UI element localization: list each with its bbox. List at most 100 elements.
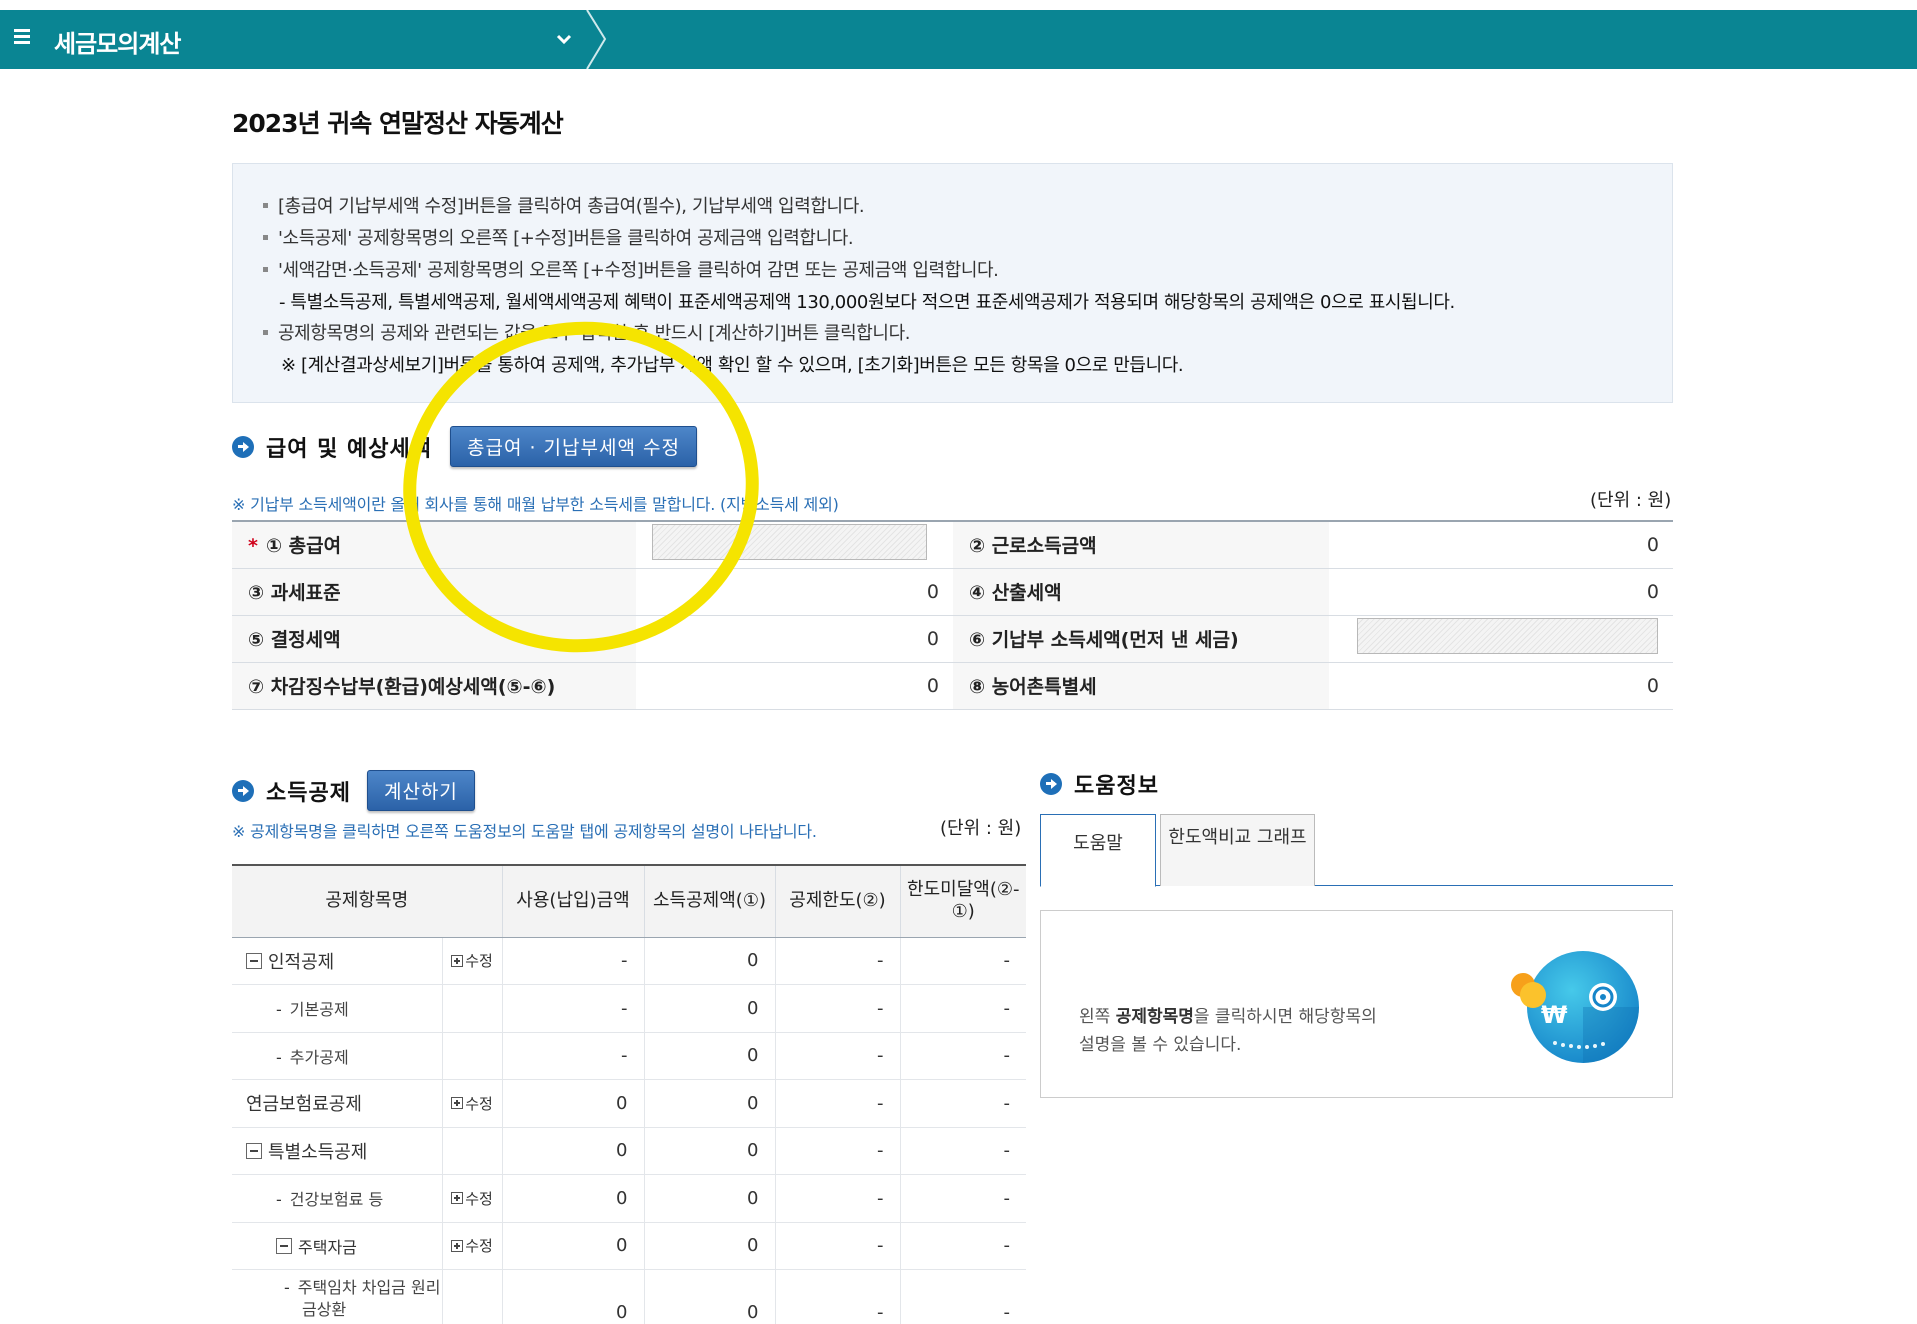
deduction-table: 공제항목명 사용(납입)금액 소득공제액(①) 공제한도(②) 한도미달액(②-… xyxy=(232,864,1026,1324)
used-amount: 0 xyxy=(501,1222,644,1270)
shortfall-amount: - xyxy=(899,1032,1026,1080)
prepaid-tax-input[interactable] xyxy=(1329,615,1673,663)
label-tax-base: ③ 과세표준 xyxy=(232,568,636,616)
section-arrow-icon xyxy=(232,779,254,802)
deduction-amount: 0 xyxy=(643,1127,775,1175)
plus-icon xyxy=(451,954,464,967)
table-row: ⑦ 차감징수납부(환급)예상세액(⑤-⑥) 0 ⑧ 농어촌특별세 0 xyxy=(232,662,1673,710)
table-row[interactable]: - 주택임차 차입금 원리금상환 0 0 - - xyxy=(232,1269,1026,1324)
deduction-section-head: 소득공제 계산하기 xyxy=(232,770,475,811)
deduction-amount: 0 xyxy=(643,1032,775,1080)
salary-note: ※ 기납부 소득세액이란 올해 회사를 통해 매월 납부한 소득세를 말합니다.… xyxy=(232,495,839,514)
table-row: * ① 총급여 ② 근로소득금액 0 xyxy=(232,521,1673,569)
salary-unit: (단위 : 원) xyxy=(1590,490,1672,511)
bullet-icon xyxy=(263,202,268,208)
table-row[interactable]: - 건강보험료 등 수정 0 0 - - xyxy=(232,1174,1026,1223)
shortfall-amount: - xyxy=(899,984,1026,1033)
limit-amount: - xyxy=(774,937,900,985)
label-total-salary: * ① 총급여 xyxy=(232,521,636,569)
used-amount: - xyxy=(501,937,644,985)
required-star-icon: * xyxy=(248,535,258,558)
total-salary-field[interactable] xyxy=(652,524,927,561)
table-row[interactable]: 연금보험료공제 수정 0 0 - - xyxy=(232,1079,1026,1128)
deduction-amount: 0 xyxy=(643,937,775,985)
calculate-button[interactable]: 계산하기 xyxy=(366,770,475,811)
expected-refund-value: 0 xyxy=(636,662,953,710)
bullet-icon xyxy=(263,266,268,272)
item-basic-deduction[interactable]: - 기본공제 xyxy=(232,984,442,1033)
plus-icon xyxy=(451,1239,464,1252)
table-row: ③ 과세표준 0 ④ 산출세액 0 xyxy=(232,568,1673,616)
item-housing-loan-repayment[interactable]: - 주택임차 차입금 원리금상환 xyxy=(232,1269,442,1324)
rural-special-tax-value: 0 xyxy=(1329,662,1673,710)
label-prepaid-tax: ⑥ 기납부 소득세액(먼저 낸 세금) xyxy=(953,615,1329,663)
help-section-head: 도움정보 xyxy=(1040,768,1159,800)
tax-base-value: 0 xyxy=(636,568,953,616)
tab-limit-graph[interactable]: 한도액비교 그래프 xyxy=(1160,814,1315,886)
table-row[interactable]: 특별소득공제 0 0 - - xyxy=(232,1127,1026,1175)
total-salary-input[interactable] xyxy=(636,521,953,569)
limit-amount: - xyxy=(774,1269,900,1324)
hamburger-menu-icon[interactable] xyxy=(14,29,30,45)
deduction-amount: 0 xyxy=(643,1222,775,1270)
deduction-amount: 0 xyxy=(643,1269,775,1324)
edit-salary-tax-button[interactable]: 총급여 · 기납부세액 수정 xyxy=(450,426,697,467)
item-personal-deduction[interactable]: 인적공제 xyxy=(232,937,442,985)
table-header-row: 공제항목명 사용(납입)금액 소득공제액(①) 공제한도(②) 한도미달액(②-… xyxy=(232,865,1026,938)
shortfall-amount: - xyxy=(899,1269,1026,1324)
col-header-limit: 공제한도(②) xyxy=(774,865,900,938)
table-row[interactable]: 주택자금 수정 0 0 - - xyxy=(232,1222,1026,1270)
notice-line: '소득공제' 공제항목명의 오른쪽 [+수정]버튼을 클릭하여 공제금액 입력합… xyxy=(263,224,854,250)
top-header-bar: 세금모의계산 xyxy=(0,10,1917,69)
deduction-amount: 0 xyxy=(643,984,775,1033)
edit-cell-empty xyxy=(441,1269,502,1324)
limit-amount: - xyxy=(774,1032,900,1080)
notice-line: '세액감면·소득공제' 공제항목명의 오른쪽 [+수정]버튼을 클릭하여 감면 … xyxy=(263,256,999,282)
table-row[interactable]: - 기본공제 - 0 - - xyxy=(232,984,1026,1033)
item-special-income-deduction[interactable]: 특별소득공제 xyxy=(232,1127,442,1175)
used-amount: 0 xyxy=(501,1174,644,1223)
section-arrow-icon xyxy=(232,435,254,458)
table-row[interactable]: - 추가공제 - 0 - - xyxy=(232,1032,1026,1080)
edit-button[interactable]: 수정 xyxy=(441,937,502,985)
used-amount: - xyxy=(501,984,644,1033)
label-earned-income: ② 근로소득금액 xyxy=(953,521,1329,569)
edit-button[interactable]: 수정 xyxy=(441,1079,502,1128)
table-row[interactable]: 인적공제 수정 - 0 - - xyxy=(232,937,1026,985)
edit-button[interactable]: 수정 xyxy=(441,1174,502,1223)
notice-line: 공제항목명의 공제와 관련되는 값을 모두 입력한 후 반드시 [계산하기]버튼… xyxy=(263,319,910,345)
deduction-unit: (단위 : 원) xyxy=(940,818,1022,839)
bullet-icon xyxy=(263,329,268,335)
item-housing-fund[interactable]: 주택자금 xyxy=(232,1222,442,1270)
salary-tax-table: * ① 총급여 ② 근로소득금액 0 ③ 과세표준 0 ④ 산출세액 0 ⑤ 결정… xyxy=(232,520,1673,710)
col-header-shortfall: 한도미달액(②-①) xyxy=(899,865,1026,938)
shortfall-amount: - xyxy=(899,1222,1026,1270)
help-section-title: 도움정보 xyxy=(1074,774,1159,799)
table-row: ⑤ 결정세액 0 ⑥ 기납부 소득세액(먼저 낸 세금) xyxy=(232,615,1673,663)
collapse-icon[interactable] xyxy=(246,1142,262,1159)
deduction-amount: 0 xyxy=(643,1174,775,1223)
chevron-down-icon[interactable] xyxy=(553,28,575,50)
limit-amount: - xyxy=(774,1127,900,1175)
edit-button[interactable]: 수정 xyxy=(441,1222,502,1270)
won-symbol-icon: ₩ xyxy=(1541,1001,1568,1029)
item-pension-insurance[interactable]: 연금보험료공제 xyxy=(232,1079,442,1128)
earned-income-value: 0 xyxy=(1329,521,1673,569)
collapse-icon[interactable] xyxy=(246,952,262,969)
used-amount: 0 xyxy=(501,1269,644,1324)
limit-amount: - xyxy=(774,1079,900,1128)
collapse-icon[interactable] xyxy=(276,1237,292,1254)
limit-amount: - xyxy=(774,1174,900,1223)
shortfall-amount: - xyxy=(899,937,1026,985)
help-content-box: 왼쪽 공제항목명을 클릭하시면 해당항목의 설명을 볼 수 있습니다. ₩ xyxy=(1040,910,1673,1098)
salary-section-head: 급여 및 예상세액 총급여 · 기납부세액 수정 xyxy=(232,426,697,467)
prepaid-tax-field[interactable] xyxy=(1357,618,1658,654)
limit-amount: - xyxy=(774,1222,900,1270)
item-additional-deduction[interactable]: - 추가공제 xyxy=(232,1032,442,1080)
col-header-used: 사용(납입)금액 xyxy=(501,865,644,938)
col-header-item: 공제항목명 xyxy=(232,865,502,938)
edit-cell-empty xyxy=(441,984,502,1033)
section-arrow-icon xyxy=(1040,773,1062,795)
item-health-insurance[interactable]: - 건강보험료 등 xyxy=(232,1174,442,1223)
tab-help[interactable]: 도움말 xyxy=(1040,814,1156,887)
